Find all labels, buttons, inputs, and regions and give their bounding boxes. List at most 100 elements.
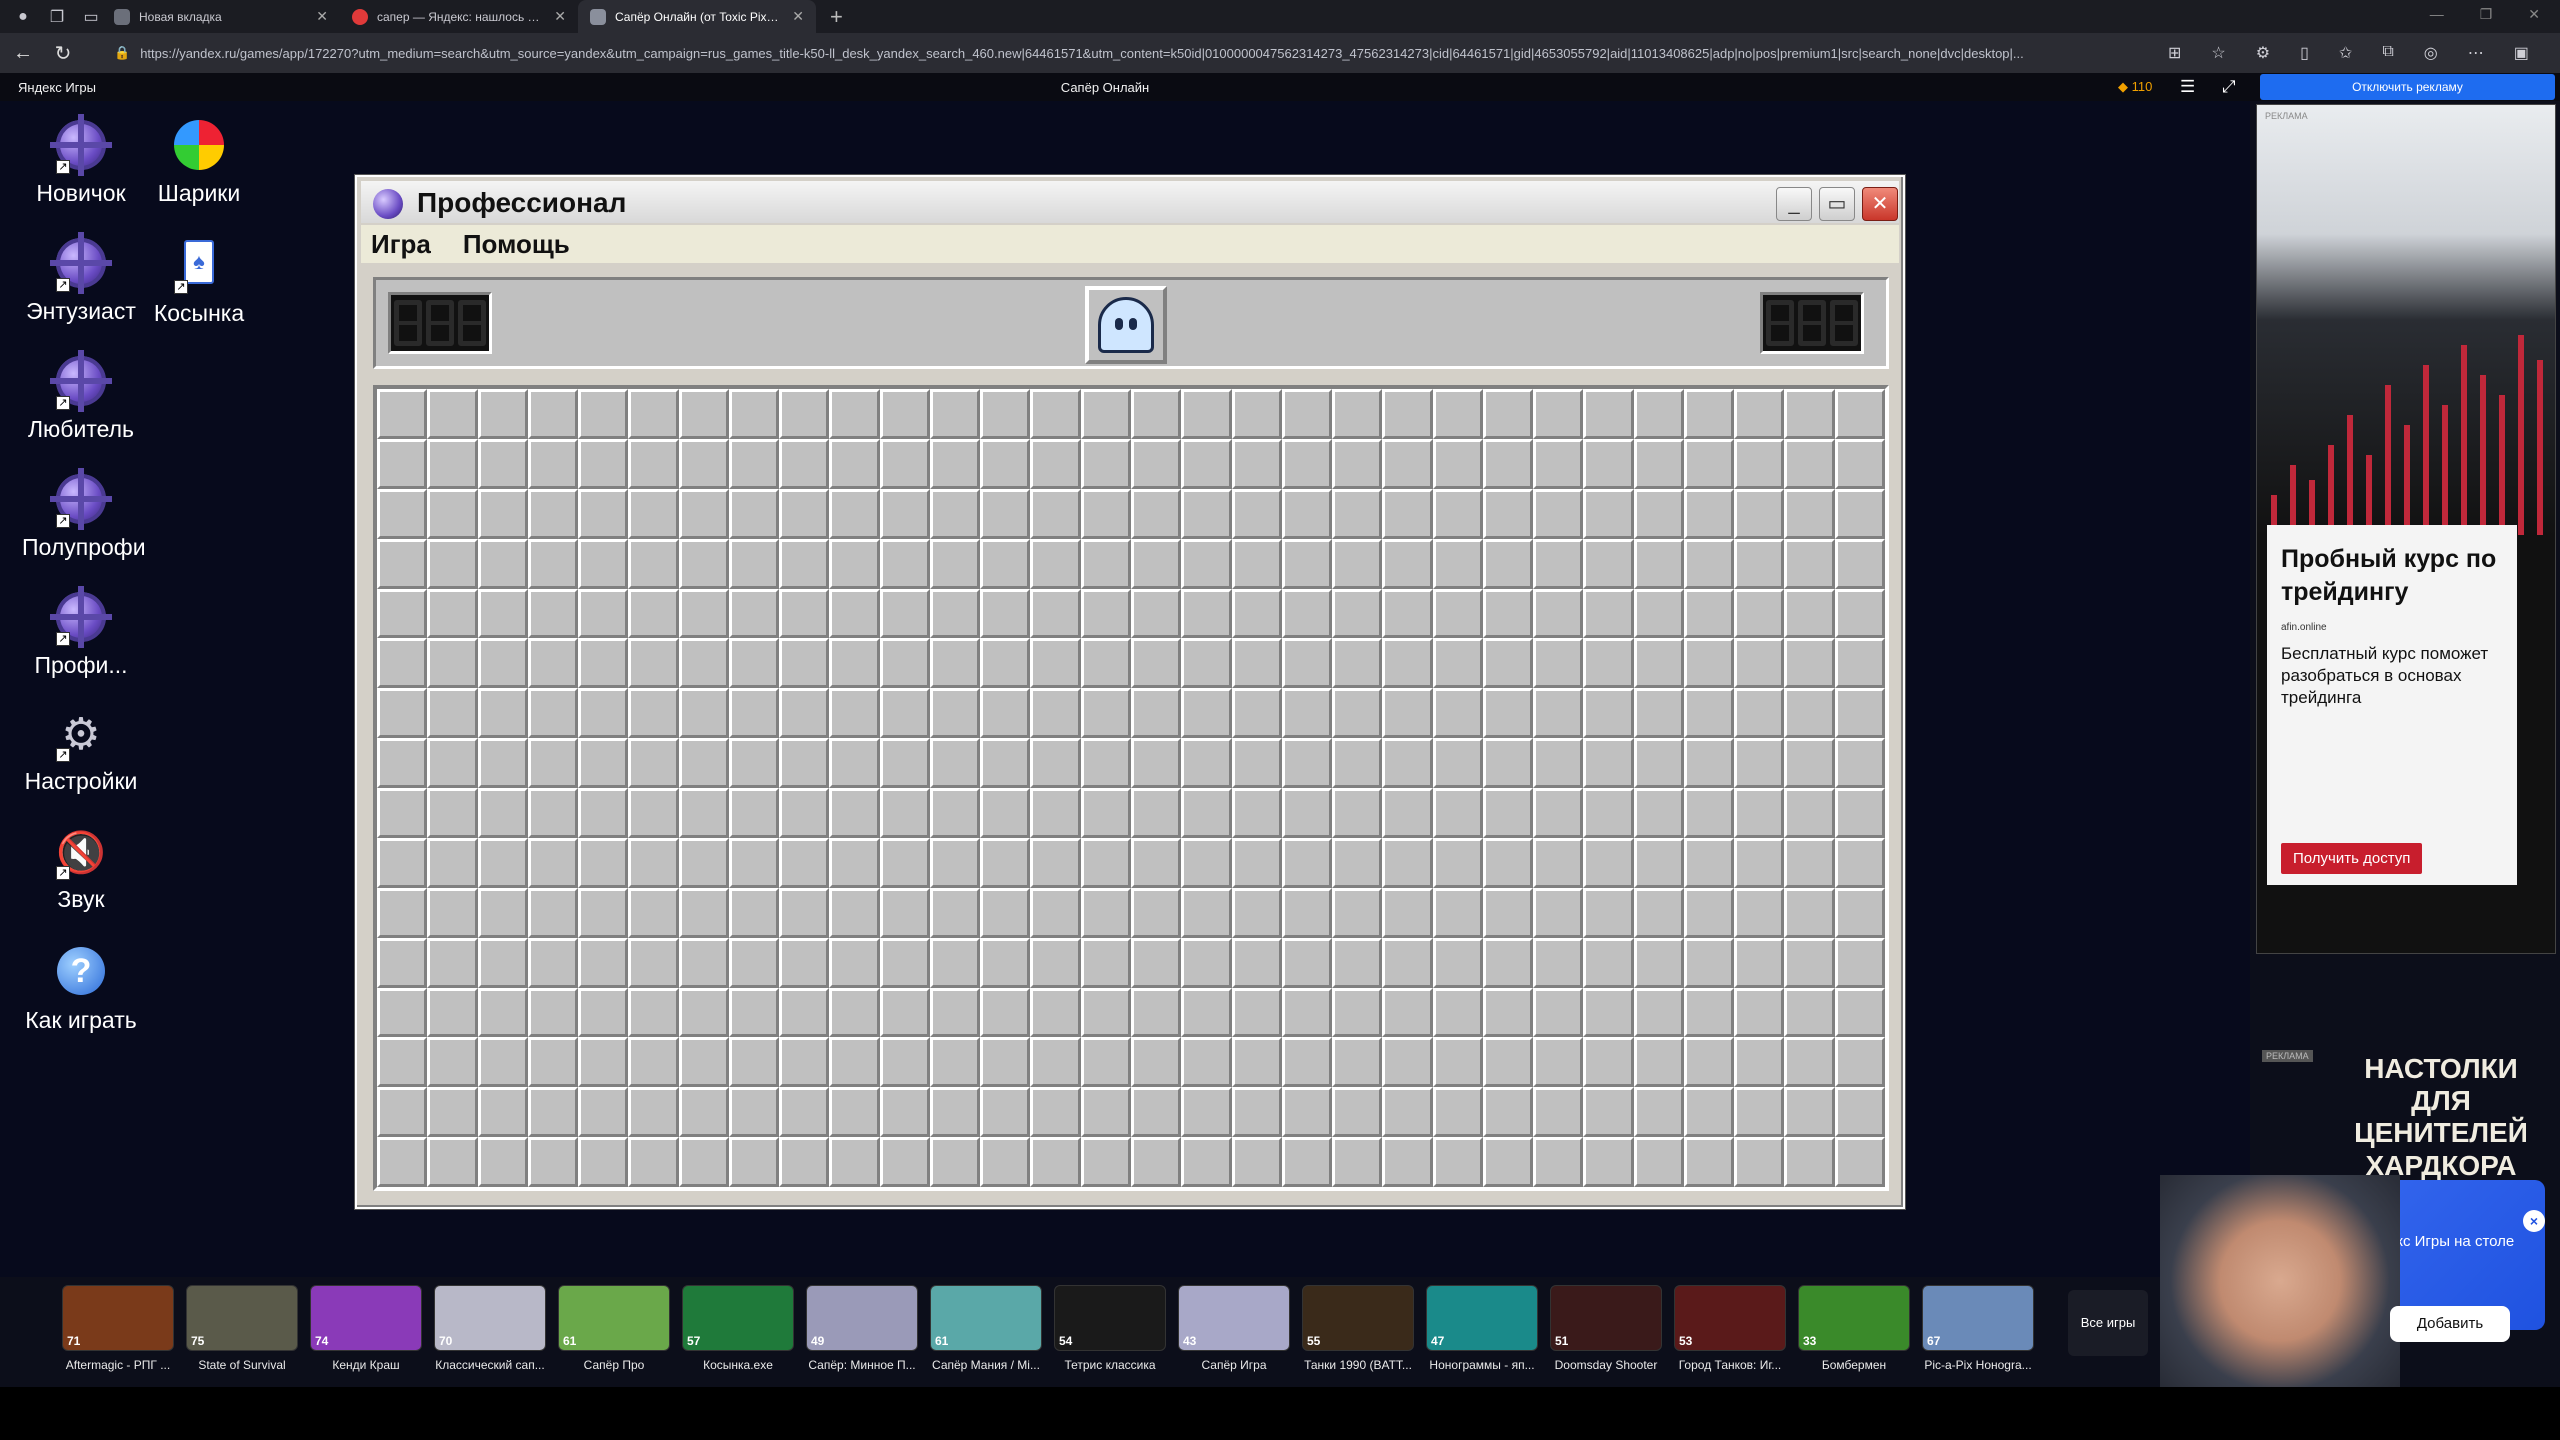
mine-cell[interactable] bbox=[1231, 1137, 1282, 1187]
mine-cell[interactable] bbox=[1734, 389, 1785, 439]
mine-cell[interactable] bbox=[1281, 1087, 1333, 1138]
mine-cell[interactable] bbox=[1784, 438, 1835, 489]
game-card[interactable]: 53 Город Танков: Иг... bbox=[1674, 1285, 1786, 1372]
mine-cell[interactable] bbox=[929, 887, 981, 938]
mine-cell[interactable] bbox=[1030, 438, 1081, 489]
mine-cell[interactable] bbox=[1583, 937, 1634, 988]
mine-cell[interactable] bbox=[1382, 389, 1433, 439]
mine-cell[interactable] bbox=[1482, 538, 1534, 589]
mine-cell[interactable] bbox=[1432, 588, 1483, 639]
mine-cell[interactable] bbox=[1382, 1037, 1433, 1088]
mine-cell[interactable] bbox=[1734, 638, 1785, 689]
mine-cell[interactable] bbox=[477, 937, 528, 988]
mine-cell[interactable] bbox=[1231, 438, 1282, 489]
mine-cell[interactable] bbox=[929, 1087, 981, 1138]
extension-icon[interactable]: ⚙ bbox=[2256, 43, 2270, 63]
mine-cell[interactable] bbox=[527, 389, 579, 439]
game-card[interactable]: 67 Pic-a-Pix Нонogra... bbox=[1922, 1285, 2034, 1372]
mine-cell[interactable] bbox=[578, 588, 629, 639]
mine-cell[interactable] bbox=[427, 638, 478, 689]
mine-cell[interactable] bbox=[1834, 638, 1885, 689]
mine-cell[interactable] bbox=[779, 488, 830, 539]
mine-cell[interactable] bbox=[1130, 987, 1182, 1038]
mine-cell[interactable] bbox=[779, 887, 830, 938]
mine-cell[interactable] bbox=[1030, 887, 1081, 938]
mine-cell[interactable] bbox=[1432, 1087, 1483, 1138]
coins-counter[interactable]: ◆ 110 bbox=[2118, 79, 2152, 95]
mine-cell[interactable] bbox=[1683, 887, 1735, 938]
mine-cell[interactable] bbox=[427, 738, 478, 788]
mine-cell[interactable] bbox=[829, 1087, 880, 1138]
game-card[interactable]: 61 Сапёр Про bbox=[558, 1285, 670, 1372]
mine-cell[interactable] bbox=[477, 588, 528, 639]
mine-cell[interactable] bbox=[1683, 1087, 1735, 1138]
mine-cell[interactable] bbox=[1332, 638, 1383, 689]
mine-cell[interactable] bbox=[929, 488, 981, 539]
mine-cell[interactable] bbox=[1030, 1037, 1081, 1088]
mine-cell[interactable] bbox=[1030, 1087, 1081, 1138]
mine-cell[interactable] bbox=[1181, 1087, 1232, 1138]
mine-cell[interactable] bbox=[829, 1137, 880, 1187]
mine-cell[interactable] bbox=[879, 788, 930, 838]
mine-cell[interactable] bbox=[929, 1137, 981, 1187]
mine-cell[interactable] bbox=[1030, 638, 1081, 689]
mine-cell[interactable] bbox=[929, 389, 981, 439]
mine-cell[interactable] bbox=[728, 987, 780, 1038]
mine-cell[interactable] bbox=[1633, 538, 1684, 589]
mine-cell[interactable] bbox=[728, 1037, 780, 1088]
mine-cell[interactable] bbox=[578, 1137, 629, 1187]
mine-cell[interactable] bbox=[1281, 438, 1333, 489]
mine-cell[interactable] bbox=[1583, 987, 1634, 1038]
mine-cell[interactable] bbox=[1281, 987, 1333, 1038]
mine-cell[interactable] bbox=[628, 438, 679, 489]
mine-cell[interactable] bbox=[1332, 987, 1383, 1038]
mine-cell[interactable] bbox=[1533, 937, 1584, 988]
mine-cell[interactable] bbox=[1181, 588, 1232, 639]
mine-cell[interactable] bbox=[829, 438, 880, 489]
promo-add-button[interactable]: Добавить bbox=[2390, 1306, 2510, 1342]
mine-cell[interactable] bbox=[879, 438, 930, 489]
mine-cell[interactable] bbox=[1784, 538, 1835, 589]
mine-cell[interactable] bbox=[1281, 638, 1333, 689]
mine-cell[interactable] bbox=[1834, 937, 1885, 988]
mine-cell[interactable] bbox=[1533, 987, 1584, 1038]
mine-cell[interactable] bbox=[1734, 987, 1785, 1038]
mine-cell[interactable] bbox=[377, 1037, 428, 1088]
mine-cell[interactable] bbox=[578, 937, 629, 988]
mine-cell[interactable] bbox=[427, 1087, 478, 1138]
mine-cell[interactable] bbox=[628, 738, 679, 788]
mine-cell[interactable] bbox=[1382, 538, 1433, 589]
mine-cell[interactable] bbox=[1734, 688, 1785, 739]
mine-cell[interactable] bbox=[929, 638, 981, 689]
mine-cell[interactable] bbox=[527, 688, 579, 739]
mine-cell[interactable] bbox=[1683, 538, 1735, 589]
mine-cell[interactable] bbox=[477, 688, 528, 739]
copilot-icon[interactable]: ◎ bbox=[2424, 43, 2438, 63]
mine-cell[interactable] bbox=[728, 588, 780, 639]
mine-cell[interactable] bbox=[1834, 788, 1885, 838]
mine-cell[interactable] bbox=[1633, 987, 1684, 1038]
tab-new-tab[interactable]: Новая вкладка ✕ bbox=[102, 0, 340, 33]
mine-cell[interactable] bbox=[427, 837, 478, 888]
mine-cell[interactable] bbox=[1784, 588, 1835, 639]
mine-cell[interactable] bbox=[1231, 538, 1282, 589]
mine-cell[interactable] bbox=[477, 538, 528, 589]
mine-cell[interactable] bbox=[1030, 588, 1081, 639]
mine-cell[interactable] bbox=[980, 837, 1031, 888]
mine-cell[interactable] bbox=[1231, 738, 1282, 788]
mine-cell[interactable] bbox=[1784, 937, 1835, 988]
mine-cell[interactable] bbox=[1482, 987, 1534, 1038]
mine-cell[interactable] bbox=[678, 1037, 729, 1088]
mine-cell[interactable] bbox=[879, 937, 930, 988]
mine-cell[interactable] bbox=[427, 1137, 478, 1187]
mine-cell[interactable] bbox=[1683, 837, 1735, 888]
mine-cell[interactable] bbox=[1734, 887, 1785, 938]
mine-cell[interactable] bbox=[578, 1037, 629, 1088]
mine-cell[interactable] bbox=[1583, 688, 1634, 739]
mine-cell[interactable] bbox=[1181, 688, 1232, 739]
mine-cell[interactable] bbox=[578, 987, 629, 1038]
mine-cell[interactable] bbox=[1080, 588, 1131, 639]
mine-cell[interactable] bbox=[1784, 887, 1835, 938]
mine-cell[interactable] bbox=[728, 688, 780, 739]
mine-cell[interactable] bbox=[427, 788, 478, 838]
